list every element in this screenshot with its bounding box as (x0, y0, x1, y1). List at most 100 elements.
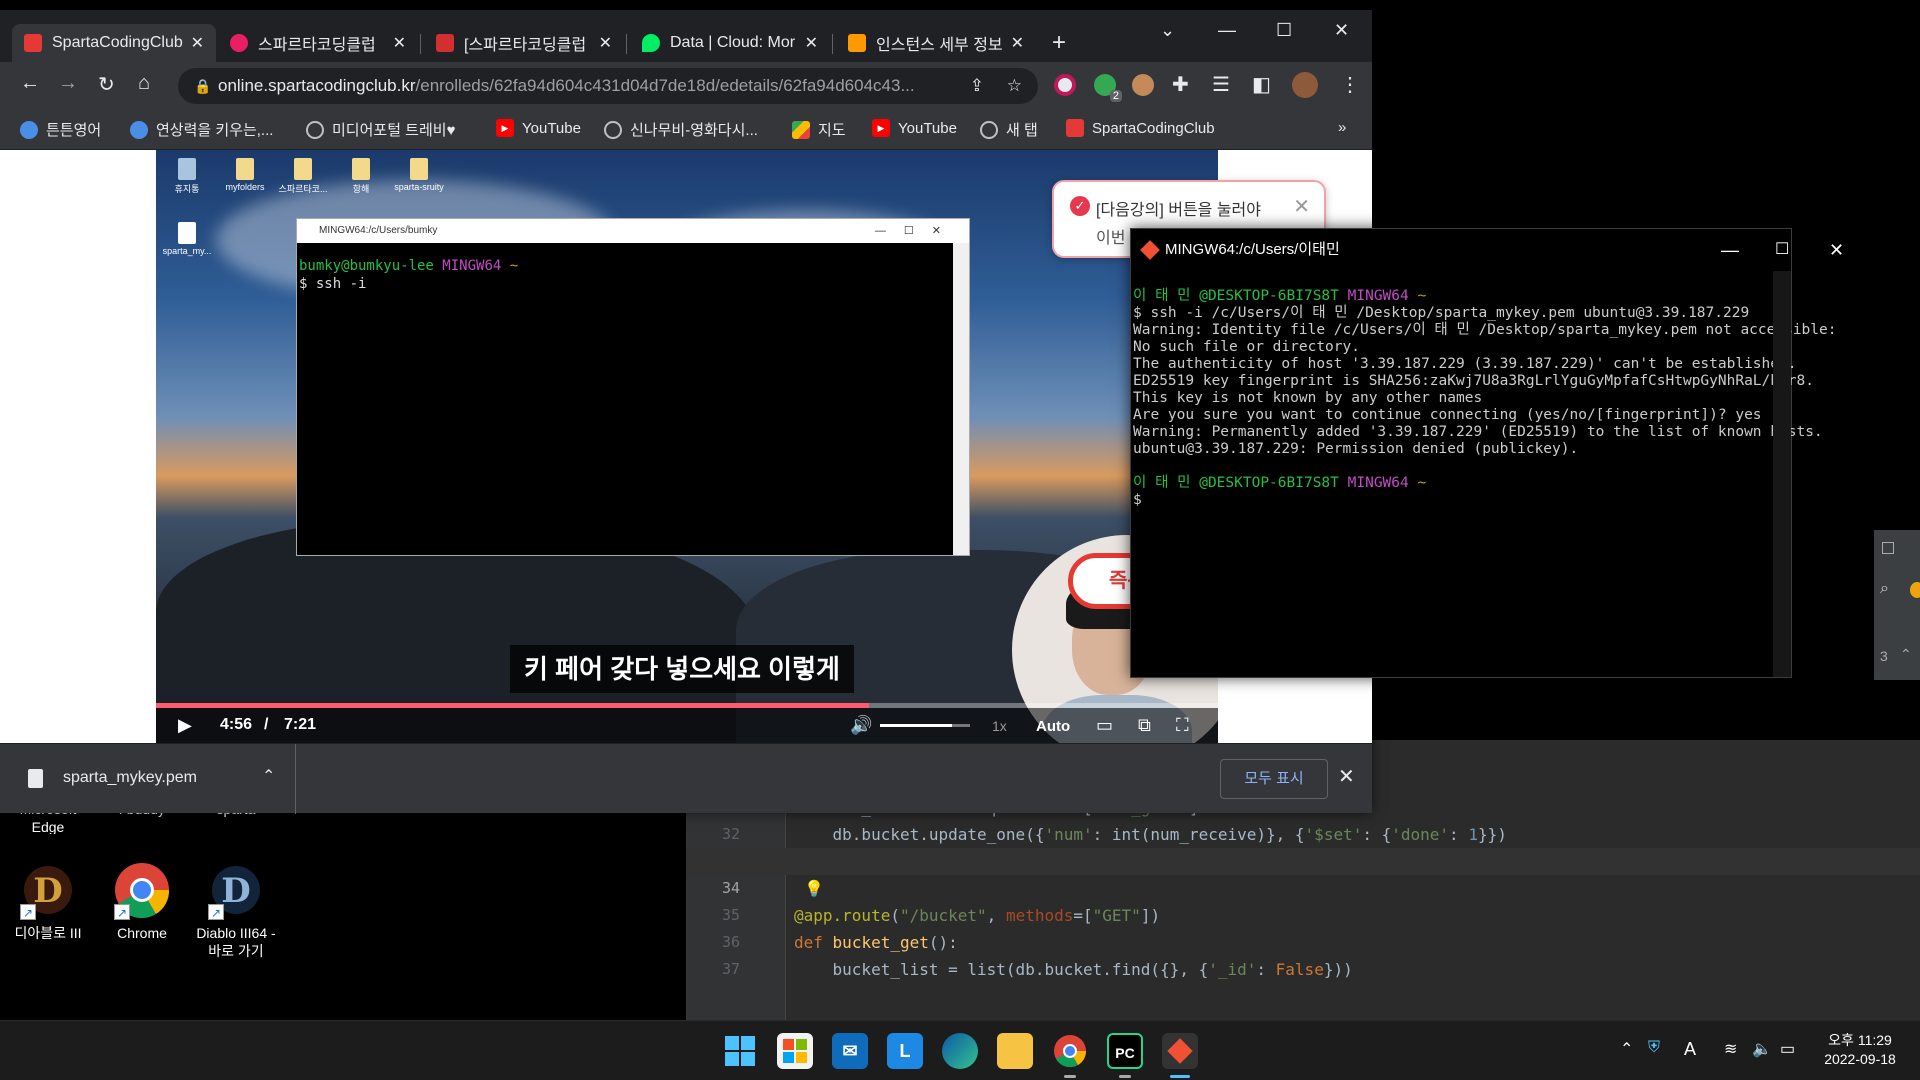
show-hidden-icons-chevron-icon[interactable]: ⌃ (1620, 1039, 1633, 1059)
quality-button[interactable]: Auto (1036, 718, 1070, 735)
bookmark-item[interactable]: 신나무비-영화다시... (604, 119, 758, 140)
diablo-icon: D ↗ (18, 860, 78, 920)
close-window-icon[interactable]: ✕ (1334, 20, 1349, 41)
lock-icon: 🔒 (194, 78, 212, 94)
minimize-icon[interactable]: — (1721, 229, 1739, 271)
bookmarks-more-icon[interactable]: » (1338, 119, 1346, 136)
new-tab-button[interactable]: + (1040, 24, 1080, 62)
picture-in-picture-icon[interactable]: ⧉ (1138, 715, 1151, 736)
battery-icon[interactable]: ▭ (1780, 1039, 1795, 1059)
menu-dots-icon[interactable]: ⋮ (1340, 72, 1360, 97)
video-subtitle: 키 페어 갖다 넣으세요 이렇게 (510, 645, 854, 693)
notification-icon[interactable] (1910, 582, 1920, 598)
close-icon[interactable]: ✕ (191, 33, 204, 53)
git-bash-terminal[interactable]: MINGW64:/c/Users/이태민 — ☐ ✕ 이 태 민 @DESKTO… (1130, 228, 1844, 678)
bookmark-item[interactable]: 튼튼영어 (20, 119, 101, 140)
bookmark-item[interactable]: SpartaCodingClub (1066, 119, 1215, 137)
volume-icon[interactable]: 🔊 (850, 715, 872, 736)
bookmark-star-icon[interactable]: ☆ (1007, 68, 1022, 104)
close-icon[interactable]: ✕ (1011, 33, 1024, 53)
time-separator: / (264, 716, 269, 733)
tab-sparta[interactable]: SpartaCodingClub ✕ (12, 24, 216, 62)
bookmark-item[interactable]: 미디어포털 트레비♥ (306, 119, 455, 140)
profile-avatar[interactable] (1292, 72, 1318, 98)
home-icon[interactable]: ⌂ (138, 72, 150, 95)
l-app-icon[interactable]: L (887, 1033, 923, 1069)
close-icon[interactable]: ✕ (1293, 194, 1310, 219)
mail-icon[interactable]: ✉ (832, 1033, 868, 1069)
video-desktop-icon: 스파르타코... (278, 158, 328, 195)
bookmark-item[interactable]: 새 탭 (980, 119, 1038, 140)
tab-search-chevron-icon[interactable]: ⌄ (1160, 20, 1175, 41)
close-window-icon[interactable]: ✕ (1829, 229, 1844, 271)
tab-title: Data | Cloud: Mor (670, 34, 796, 51)
shortcut-arrow-icon: ↗ (114, 904, 130, 920)
adblock-shield-icon[interactable]: 2 (1094, 74, 1122, 102)
windows-start-icon[interactable] (722, 1033, 758, 1069)
maximize-icon[interactable]: ☐ (1775, 229, 1789, 271)
bookmark-item[interactable]: 연상력을 키우는,... (130, 119, 273, 140)
wifi-icon[interactable]: ≋ (1724, 1039, 1737, 1059)
youtube-icon: ▶ (496, 119, 514, 137)
subtitles-icon[interactable]: ▭ (1096, 715, 1113, 736)
chevron-up-icon[interactable]: ⌃ (262, 766, 275, 786)
tab-sparta-2[interactable]: 스파르타코딩클럽 ✕ (218, 24, 418, 62)
tab-mongodb[interactable]: Data | Cloud: Mor ✕ (630, 24, 830, 62)
globe-icon (130, 120, 148, 139)
chevron-up-icon[interactable]: ⌃ (1900, 646, 1912, 663)
share-icon[interactable]: ⇪ (970, 68, 984, 104)
globe-icon (20, 120, 38, 139)
speed-button[interactable]: 1x (992, 718, 1007, 734)
forward-icon[interactable]: → (58, 72, 78, 95)
minimize-icon[interactable]: — (1218, 20, 1236, 41)
ime-indicator[interactable]: A (1684, 1039, 1696, 1060)
side-panel-icon[interactable]: ◧ (1252, 72, 1271, 97)
search-icon[interactable]: ⌕ (1880, 580, 1889, 598)
bookmark-item[interactable]: ▶ YouTube (872, 119, 957, 137)
tab-sparta-3[interactable]: [스파르타코딩클럽 ✕ (424, 24, 624, 62)
extensions-puzzle-icon[interactable]: ✚ (1172, 72, 1189, 97)
diablo-icon: D ↗ (206, 860, 266, 920)
reload-icon[interactable]: ↻ (98, 72, 115, 97)
microsoft-store-icon[interactable] (777, 1033, 813, 1069)
close-icon[interactable]: ✕ (1338, 764, 1355, 789)
desktop-icon-diablo3[interactable]: D ↗ 디아블로 III (0, 860, 96, 942)
chrome-icon: ↗ (112, 860, 172, 920)
address-bar[interactable]: 🔒 online.spartacodingclub.kr/enrolleds/6… (178, 68, 1038, 104)
terminal-scrollbar[interactable] (1773, 271, 1791, 677)
volume-slider[interactable] (880, 724, 970, 727)
desktop-icon-diablo3-64[interactable]: D ↗ Diablo III64 - 바로 가기 (188, 860, 284, 960)
active-indicator (1170, 1075, 1190, 1078)
window-restore-icon[interactable] (1882, 542, 1894, 554)
show-all-button[interactable]: 모두 표시 (1220, 759, 1328, 799)
download-bar: sparta_mykey.pem ⌃ 모두 표시 ✕ (0, 743, 1372, 814)
maximize-icon[interactable]: ☐ (1276, 20, 1292, 41)
security-shield-icon[interactable]: ⛨ (1648, 1039, 1660, 1057)
close-icon[interactable]: ✕ (393, 33, 406, 53)
close-icon[interactable]: ✕ (805, 33, 818, 53)
tab-aws-instance[interactable]: 인스턴스 세부 정보 ✕ (836, 24, 1036, 62)
close-icon[interactable]: ✕ (599, 33, 612, 53)
git-bash-icon[interactable] (1162, 1033, 1198, 1069)
edge-icon[interactable] (942, 1033, 978, 1069)
play-icon[interactable]: ▶ (178, 715, 192, 736)
globe-icon (306, 120, 324, 139)
bookmark-item[interactable]: 지도 (792, 119, 846, 140)
system-clock[interactable]: 오후 11:29 2022-09-18 (1810, 1031, 1910, 1069)
back-icon[interactable]: ← (20, 72, 40, 95)
file-explorer-icon[interactable] (997, 1033, 1033, 1069)
speaker-icon[interactable]: 🔈 (1752, 1039, 1772, 1059)
bookmark-item[interactable]: ▶ YouTube (496, 119, 581, 137)
chrome-taskbar-icon[interactable] (1052, 1033, 1088, 1069)
volume-fill (880, 724, 952, 727)
media-queue-icon[interactable]: ☰ (1212, 72, 1230, 97)
fullscreen-icon[interactable]: ⛶ (1176, 715, 1189, 736)
download-item[interactable]: sparta_mykey.pem ⌃ (0, 744, 296, 814)
current-time: 4:56 (220, 716, 253, 733)
desktop-icon-chrome[interactable]: ↗ Chrome (94, 860, 190, 942)
extension-owl-icon[interactable] (1132, 74, 1154, 96)
extension-icon[interactable] (1054, 74, 1076, 96)
lightbulb-icon[interactable]: 💡 (804, 875, 824, 902)
pycharm-icon[interactable]: PC (1107, 1033, 1143, 1069)
git-icon (1140, 240, 1160, 260)
